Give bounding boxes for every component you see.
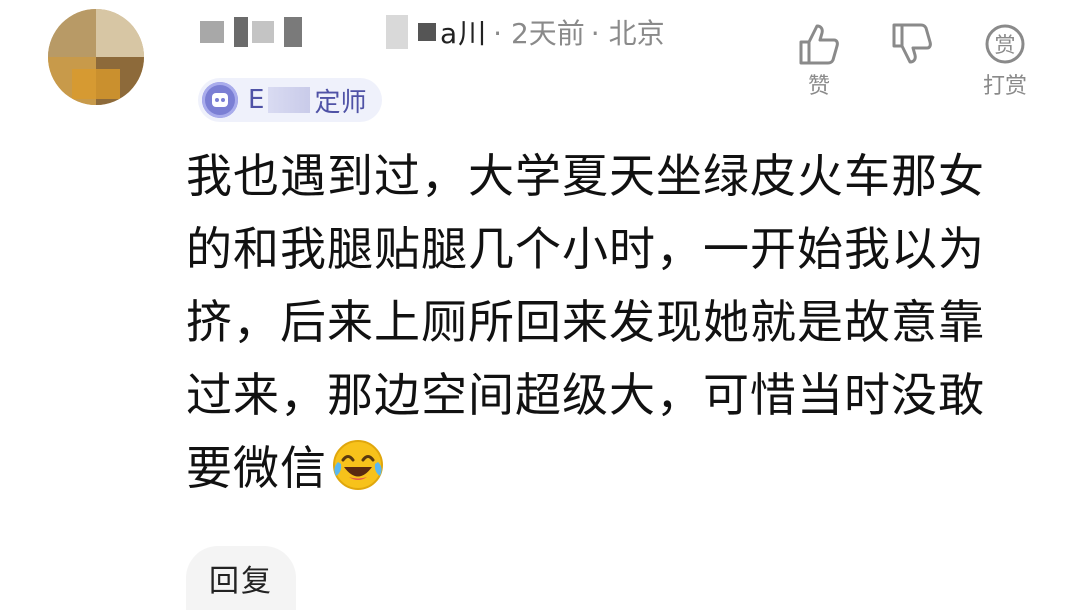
comment-line-text: 要微信 xyxy=(186,441,327,495)
badge-icon xyxy=(202,82,238,118)
tip-label: 打赏 xyxy=(982,74,1027,99)
badge-suffix: 定师 xyxy=(314,87,367,118)
censored-name-block xyxy=(200,21,224,43)
user-badge[interactable]: E 定师 xyxy=(198,78,383,122)
comment-line: 的和我腿贴腿几个小时，一开始我以为 xyxy=(186,222,985,276)
tip-icon-glyph: 赏 xyxy=(995,33,1016,57)
avatar-pixel xyxy=(96,9,144,57)
like-button[interactable]: 赞 xyxy=(789,22,849,100)
comment-location: · 北京 xyxy=(590,17,665,50)
comment-line: 挤，后来上厕所回来发现她就是故意靠 xyxy=(186,295,985,349)
badge-label: E 定师 xyxy=(248,82,366,119)
thumbs-up-icon xyxy=(799,24,839,65)
thumbs-down-icon xyxy=(892,23,932,64)
badge-censored-block xyxy=(268,87,311,113)
tip-button[interactable]: 赏 打赏 xyxy=(975,22,1035,100)
comment-time: · 2天前 xyxy=(493,17,585,50)
censored-name-block xyxy=(284,17,302,47)
censored-name-block xyxy=(386,15,408,49)
dislike-button[interactable] xyxy=(882,22,942,68)
comment-body: 我也遇到过，大学夏天坐绿皮火车那女 的和我腿贴腿几个小时，一开始我以为 挤，后来… xyxy=(186,140,1016,513)
censored-name-block xyxy=(252,21,274,43)
censored-name-block xyxy=(234,17,248,47)
censored-name-block xyxy=(418,23,436,41)
username-suffix[interactable]: a川 xyxy=(440,12,487,52)
tip-coin-icon: 赏 xyxy=(985,24,1025,64)
reply-button[interactable]: 回复 xyxy=(186,546,296,610)
user-avatar[interactable] xyxy=(48,9,144,105)
comment-line: 过来，那边空间超级大，可惜当时没敢 xyxy=(186,368,985,422)
comment-line-last: 要微信 xyxy=(186,432,1016,513)
comment-line: 我也遇到过，大学夏天坐绿皮火车那女 xyxy=(186,149,985,203)
avatar-pixel xyxy=(72,69,120,99)
comment-header: a川 · 2天前 · 北京 xyxy=(200,14,665,50)
laughing-crying-emoji-icon xyxy=(331,438,385,513)
badge-prefix: E xyxy=(248,85,265,115)
like-label: 赞 xyxy=(807,74,830,99)
avatar-pixel xyxy=(48,9,96,57)
